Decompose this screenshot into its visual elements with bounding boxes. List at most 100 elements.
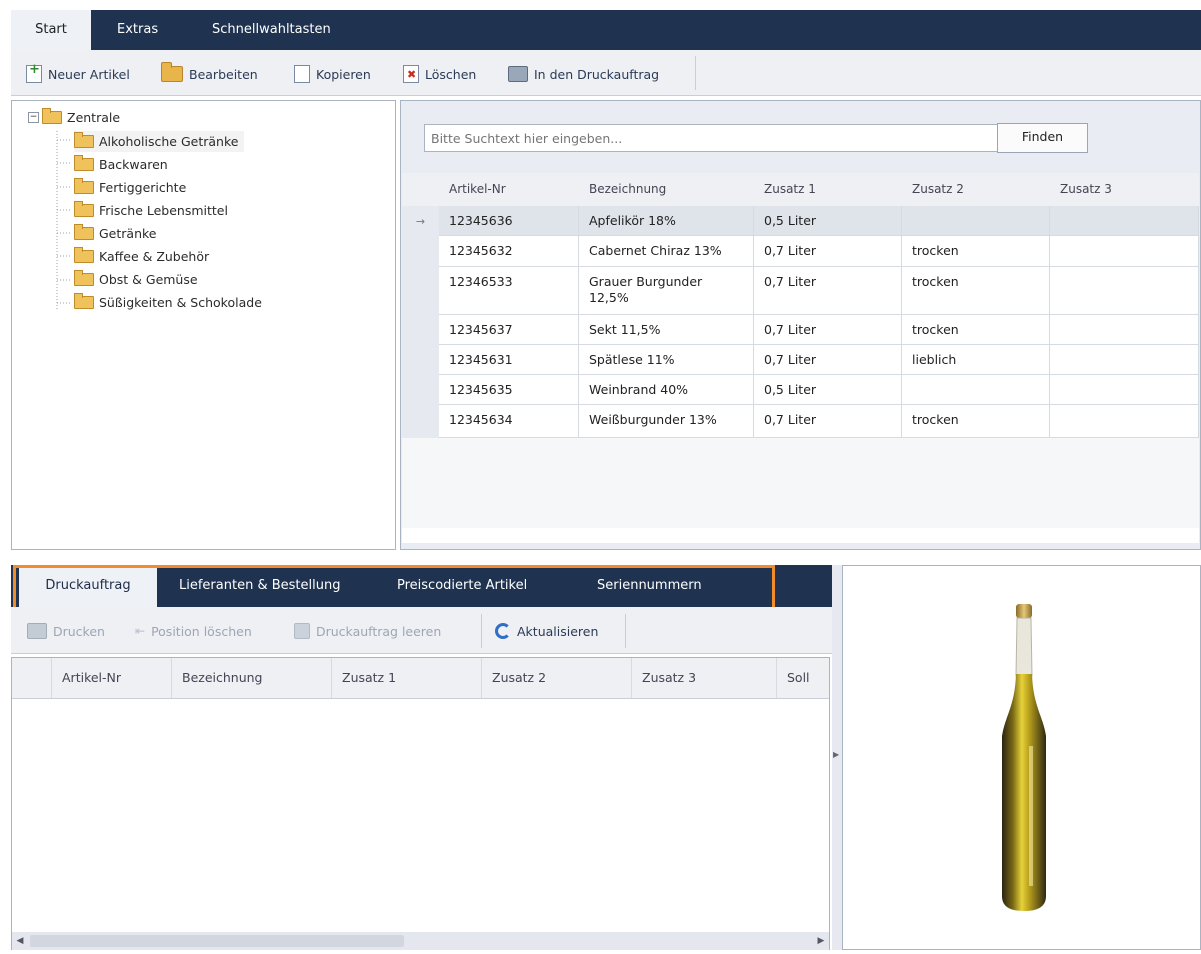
table-row[interactable]: 12346533 Grauer Burgunder 12,5% 0,7 Lite… [402, 267, 1199, 315]
tree-item-kaffee-zubehoer[interactable]: Kaffee & Zubehör [74, 246, 209, 267]
cell-zusatz-1: 0,7 Liter [754, 315, 902, 345]
delete-position-button[interactable]: ⇤ Position löschen [135, 620, 252, 642]
column-header-bezeichnung[interactable]: Bezeichnung [172, 658, 332, 698]
table-row[interactable]: 12345634 Weißburgunder 13% 0,7 Liter tro… [402, 405, 1199, 438]
find-button[interactable]: Finden [997, 123, 1088, 153]
scroll-right-icon[interactable]: ▶ [813, 932, 829, 950]
cell-zusatz-3 [1050, 206, 1199, 236]
tree-item-suessigkeiten-schokolade[interactable]: Süßigkeiten & Schokolade [74, 292, 262, 313]
folder-icon [74, 201, 94, 217]
tab-seriennummern[interactable]: Seriennummern [597, 565, 702, 607]
row-indicator [402, 375, 439, 405]
tab-extras[interactable]: Extras [101, 10, 174, 50]
print-button[interactable]: Drucken [27, 620, 105, 642]
splitter-arrow-icon: ▶ [833, 750, 840, 759]
tree-item-frische-lebensmittel[interactable]: Frische Lebensmittel [74, 200, 228, 221]
add-to-print-job-button[interactable]: In den Druckauftrag [508, 62, 659, 86]
tree-item-label: Obst & Gemüse [99, 272, 198, 287]
scroll-left-icon[interactable]: ◀ [12, 932, 28, 950]
cell-zusatz-3 [1050, 375, 1199, 405]
new-article-button[interactable]: Neuer Artikel [26, 62, 130, 86]
copy-icon [294, 65, 310, 83]
tree-root-zentrale[interactable]: Zentrale [42, 107, 120, 128]
row-indicator [402, 236, 439, 267]
tree-item-fertiggerichte[interactable]: Fertiggerichte [74, 177, 186, 198]
column-header-zusatz-1[interactable]: Zusatz 1 [754, 173, 902, 206]
tree-item-getraenke[interactable]: Getränke [74, 223, 156, 244]
tree-item-label: Fertiggerichte [99, 180, 187, 195]
column-header-zusatz-2[interactable]: Zusatz 2 [902, 173, 1050, 206]
cell-artikel-nr: 12345634 [439, 405, 579, 438]
table-row[interactable]: 12345635 Weinbrand 40% 0,5 Liter [402, 375, 1199, 405]
table-row[interactable]: 12345637 Sekt 11,5% 0,7 Liter trocken [402, 315, 1199, 345]
cell-zusatz-2 [902, 206, 1050, 236]
table-row[interactable]: 12345632 Cabernet Chiraz 13% 0,7 Liter t… [402, 236, 1199, 267]
tree-item-backwaren[interactable]: Backwaren [74, 154, 168, 175]
bottom-horizontal-scrollbar[interactable]: ◀ ▶ [12, 932, 829, 950]
clear-job-icon [294, 623, 310, 639]
cell-zusatz-3 [1050, 267, 1199, 315]
cell-bezeichnung: Weinbrand 40% [579, 375, 754, 405]
search-input[interactable] [424, 124, 1002, 152]
row-indicator [402, 315, 439, 345]
edit-label: Bearbeiten [189, 66, 258, 82]
tab-preiscodierte-artikel[interactable]: Preiscodierte Artikel [397, 565, 527, 607]
column-header-zusatz-2[interactable]: Zusatz 2 [482, 658, 632, 698]
tab-lieferanten-bestellung[interactable]: Lieferanten & Bestellung [179, 565, 340, 607]
article-grid: Artikel-Nr Bezeichnung Zusatz 1 Zusatz 2… [402, 173, 1199, 543]
column-header-zusatz-1[interactable]: Zusatz 1 [332, 658, 482, 698]
panel-splitter[interactable]: ▶ [832, 565, 842, 950]
folder-icon [74, 293, 94, 309]
print-job-toolbar: Drucken ⇤ Position löschen Druckauftrag … [11, 607, 834, 654]
cell-artikel-nr: 12345636 [439, 206, 579, 236]
tree-item-obst-gemuese[interactable]: Obst & Gemüse [74, 269, 198, 290]
delete-icon [403, 65, 419, 83]
cell-zusatz-2: trocken [902, 405, 1050, 438]
article-panel: Finden Artikel-Nr Bezeichnung Zusatz 1 Z… [400, 100, 1201, 646]
tab-druckauftrag[interactable]: Druckauftrag [19, 565, 157, 607]
new-article-label: Neuer Artikel [48, 66, 130, 82]
table-row[interactable]: 12345631 Spätlese 11% 0,7 Liter lieblich [402, 345, 1199, 375]
printer-icon [27, 623, 47, 639]
tree-item-label: Alkoholische Getränke [99, 134, 239, 149]
column-header-artikel-nr[interactable]: Artikel-Nr [52, 658, 172, 698]
column-header-artikel-nr[interactable]: Artikel-Nr [439, 173, 579, 206]
cell-bezeichnung: Spätlese 11% [579, 345, 754, 375]
cell-bezeichnung: Grauer Burgunder 12,5% [579, 267, 754, 315]
cell-zusatz-3 [1050, 315, 1199, 345]
cell-zusatz-2: lieblich [902, 345, 1050, 375]
bottom-tab-bar: Druckauftrag Lieferanten & Bestellung Pr… [11, 565, 834, 607]
cell-zusatz-1: 0,5 Liter [754, 375, 902, 405]
row-indicator-header [12, 658, 52, 698]
scroll-thumb[interactable] [30, 935, 404, 947]
edit-button[interactable]: Bearbeiten [161, 62, 258, 86]
cell-zusatz-1: 0,7 Liter [754, 236, 902, 267]
main-toolbar: Neuer Artikel Bearbeiten Kopieren Lösche… [11, 50, 1201, 96]
print-job-grid: Artikel-Nr Bezeichnung Zusatz 1 Zusatz 2… [11, 657, 830, 950]
clear-print-job-button[interactable]: Druckauftrag leeren [294, 620, 441, 642]
tree-item-label: Süßigkeiten & Schokolade [99, 295, 262, 310]
tab-schnellwahltasten[interactable]: Schnellwahltasten [196, 10, 347, 50]
ribbon-tab-bar: Start Extras Schnellwahltasten [11, 10, 1201, 50]
delete-position-label: Position löschen [151, 623, 252, 639]
cell-zusatz-3 [1050, 405, 1199, 438]
column-header-zusatz-3[interactable]: Zusatz 3 [1050, 173, 1199, 206]
grid-empty-area [402, 438, 1199, 528]
tab-start[interactable]: Start [11, 10, 91, 50]
tree-item-alkoholische-getraenke[interactable]: Alkoholische Getränke [74, 131, 245, 152]
tree-item-label: Kaffee & Zubehör [99, 249, 210, 264]
cell-artikel-nr: 12345637 [439, 315, 579, 345]
article-image-panel [842, 565, 1201, 950]
column-header-bezeichnung[interactable]: Bezeichnung [579, 173, 754, 206]
delete-position-icon: ⇤ [135, 624, 146, 638]
column-header-soll[interactable]: Soll [777, 658, 829, 698]
category-tree: − Zentrale Alkoholische Getränke Backwar… [11, 100, 396, 550]
tree-collapse-toggle[interactable]: − [28, 112, 39, 123]
current-row-arrow-icon: → [402, 206, 439, 236]
tree-root-label: Zentrale [67, 110, 121, 125]
table-row[interactable]: → 12345636 Apfelikör 18% 0,5 Liter [402, 206, 1199, 236]
refresh-button[interactable]: Aktualisieren [495, 620, 598, 642]
delete-button[interactable]: Löschen [403, 62, 476, 86]
column-header-zusatz-3[interactable]: Zusatz 3 [632, 658, 777, 698]
copy-button[interactable]: Kopieren [294, 62, 371, 86]
